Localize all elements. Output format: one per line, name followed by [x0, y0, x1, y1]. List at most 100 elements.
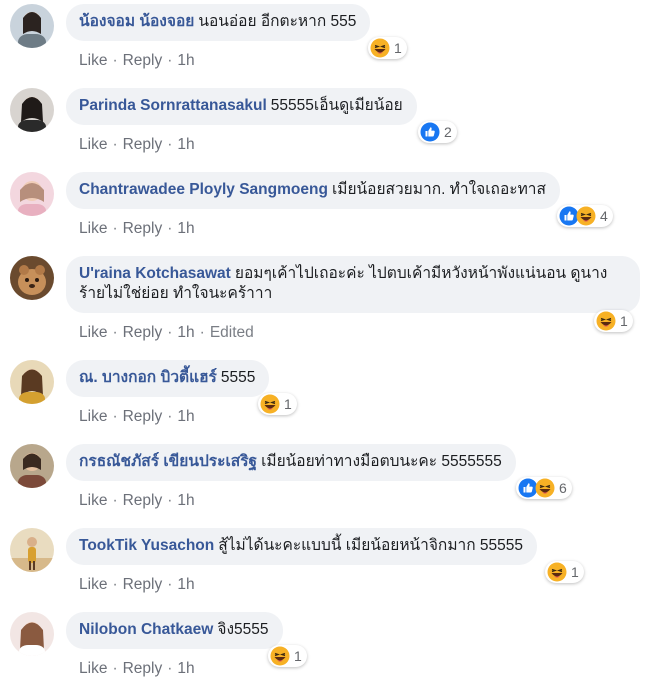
edited-label[interactable]: Edited: [210, 324, 254, 341]
comment-actions: Like · Reply · 1h: [79, 136, 195, 154]
like-button[interactable]: Like: [79, 324, 107, 341]
haha-icon: [260, 394, 280, 414]
avatar[interactable]: [10, 360, 54, 404]
timestamp[interactable]: 1h: [177, 492, 194, 509]
haha-icon: [596, 311, 616, 331]
reply-button[interactable]: Reply: [123, 576, 163, 593]
like-icon: [420, 122, 440, 142]
like-button[interactable]: Like: [79, 52, 107, 69]
separator: ·: [112, 220, 118, 237]
haha-icon: [576, 206, 596, 226]
comment-text: เมียน้อยท่าทางมือตบนะคะ 5555555: [261, 453, 502, 470]
reaction-count: 1: [394, 40, 402, 56]
separator: ·: [112, 408, 118, 425]
avatar[interactable]: [10, 444, 54, 488]
comment-bubble: กรธณัชภัสร์ เขียนประเสริฐ เมียน้อยท่าทางม…: [66, 444, 516, 481]
comment-actions: Like · Reply · 1h · Edited: [79, 324, 254, 342]
haha-icon: [370, 38, 390, 58]
separator: ·: [167, 52, 173, 69]
reaction-summary[interactable]: 1: [594, 310, 633, 332]
comment-bubble: Nilobon Chatkaew จิง5555: [66, 612, 283, 649]
haha-icon: [535, 478, 555, 498]
comment-author[interactable]: Chantrawadee Ployly Sangmoeng: [79, 181, 328, 198]
separator: ·: [167, 492, 173, 509]
haha-icon: [270, 646, 290, 666]
avatar[interactable]: [10, 256, 54, 300]
separator: ·: [112, 576, 118, 593]
like-button[interactable]: Like: [79, 220, 107, 237]
separator: ·: [112, 492, 118, 509]
reaction-count: 1: [284, 396, 292, 412]
reply-button[interactable]: Reply: [123, 324, 163, 341]
comment-author[interactable]: Nilobon Chatkaew: [79, 621, 213, 638]
reaction-count: 1: [620, 313, 628, 329]
comment-author[interactable]: Parinda Sornrattanasakul: [79, 97, 267, 114]
reaction-summary[interactable]: 2: [418, 121, 457, 143]
separator: ·: [112, 136, 118, 153]
comment-author[interactable]: TookTik Yusachon: [79, 537, 214, 554]
timestamp[interactable]: 1h: [177, 408, 194, 425]
timestamp[interactable]: 1h: [177, 324, 194, 341]
separator: ·: [167, 660, 173, 677]
reply-button[interactable]: Reply: [123, 660, 163, 677]
timestamp[interactable]: 1h: [177, 52, 194, 69]
avatar[interactable]: [10, 612, 54, 656]
separator: ·: [199, 324, 205, 341]
like-button[interactable]: Like: [79, 136, 107, 153]
avatar[interactable]: [10, 528, 54, 572]
comment-text: เมียน้อยสวยมาก. ทำใจเถอะทาส: [331, 181, 546, 198]
reply-button[interactable]: Reply: [123, 492, 163, 509]
comment-bubble: น้องจอม น้องจอย นอนอ่อย อีกตะหาก 555: [66, 4, 371, 41]
like-button[interactable]: Like: [79, 492, 107, 509]
separator: ·: [112, 660, 118, 677]
separator: ·: [167, 576, 173, 593]
avatar[interactable]: [10, 4, 54, 48]
timestamp[interactable]: 1h: [177, 576, 194, 593]
comment-bubble: TookTik Yusachon สู้ไม่ได้นะคะแบบนี้ เมีย…: [66, 528, 538, 565]
comment-text: 55555เอ็นดูเมียน้อย: [270, 97, 403, 114]
reaction-count: 4: [600, 208, 608, 224]
comment-actions: Like · Reply · 1h: [79, 220, 195, 238]
separator: ·: [167, 408, 173, 425]
like-button[interactable]: Like: [79, 408, 107, 425]
separator: ·: [167, 324, 173, 341]
reaction-summary[interactable]: 1: [258, 393, 297, 415]
separator: ·: [112, 52, 118, 69]
reply-button[interactable]: Reply: [123, 52, 163, 69]
haha-icon: [547, 562, 567, 582]
like-button[interactable]: Like: [79, 576, 107, 593]
avatar[interactable]: [10, 88, 54, 132]
reaction-summary[interactable]: 1: [268, 645, 307, 667]
reaction-count: 1: [571, 564, 579, 580]
reply-button[interactable]: Reply: [123, 408, 163, 425]
reaction-summary[interactable]: 6: [516, 477, 572, 499]
reaction-count: 2: [444, 124, 452, 140]
comment-author[interactable]: น้องจอม น้องจอย: [79, 13, 194, 30]
comment-bubble: Chantrawadee Ployly Sangmoeng เมียน้อยสวย…: [66, 172, 560, 209]
timestamp[interactable]: 1h: [177, 136, 194, 153]
reaction-summary[interactable]: 1: [368, 37, 407, 59]
reply-button[interactable]: Reply: [123, 220, 163, 237]
separator: ·: [112, 324, 118, 341]
comment-bubble: ณ. บางกอก บิวตี้แฮร์ 5555: [66, 360, 270, 397]
avatar[interactable]: [10, 172, 54, 216]
timestamp[interactable]: 1h: [177, 220, 194, 237]
reply-button[interactable]: Reply: [123, 136, 163, 153]
comment-actions: Like · Reply · 1h: [79, 52, 195, 70]
comment-author[interactable]: กรธณัชภัสร์ เขียนประเสริฐ: [79, 453, 257, 470]
reaction-count: 1: [294, 648, 302, 664]
comment-text: นอนอ่อย อีกตะหาก 555: [198, 13, 357, 30]
timestamp[interactable]: 1h: [177, 660, 194, 677]
comment-bubble: U'raina Kotchasawat ยอมๆเค้าไปเถอะค่ะ ไปต…: [66, 256, 640, 313]
comment-actions: Like · Reply · 1h: [79, 492, 195, 510]
reaction-summary[interactable]: 4: [557, 205, 613, 227]
comment-list: น้องจอม น้องจอย นอนอ่อย อีกตะหาก 555 1 Li…: [0, 0, 650, 694]
like-button[interactable]: Like: [79, 660, 107, 677]
comment-author[interactable]: ณ. บางกอก บิวตี้แฮร์: [79, 369, 217, 386]
reaction-summary[interactable]: 1: [545, 561, 584, 583]
comment-text: สู้ไม่ได้นะคะแบบนี้ เมียน้อยหน้าจิกมาก 5…: [218, 537, 524, 554]
comment-actions: Like · Reply · 1h: [79, 576, 195, 594]
comment-author[interactable]: U'raina Kotchasawat: [79, 265, 231, 282]
separator: ·: [167, 136, 173, 153]
separator: ·: [167, 220, 173, 237]
